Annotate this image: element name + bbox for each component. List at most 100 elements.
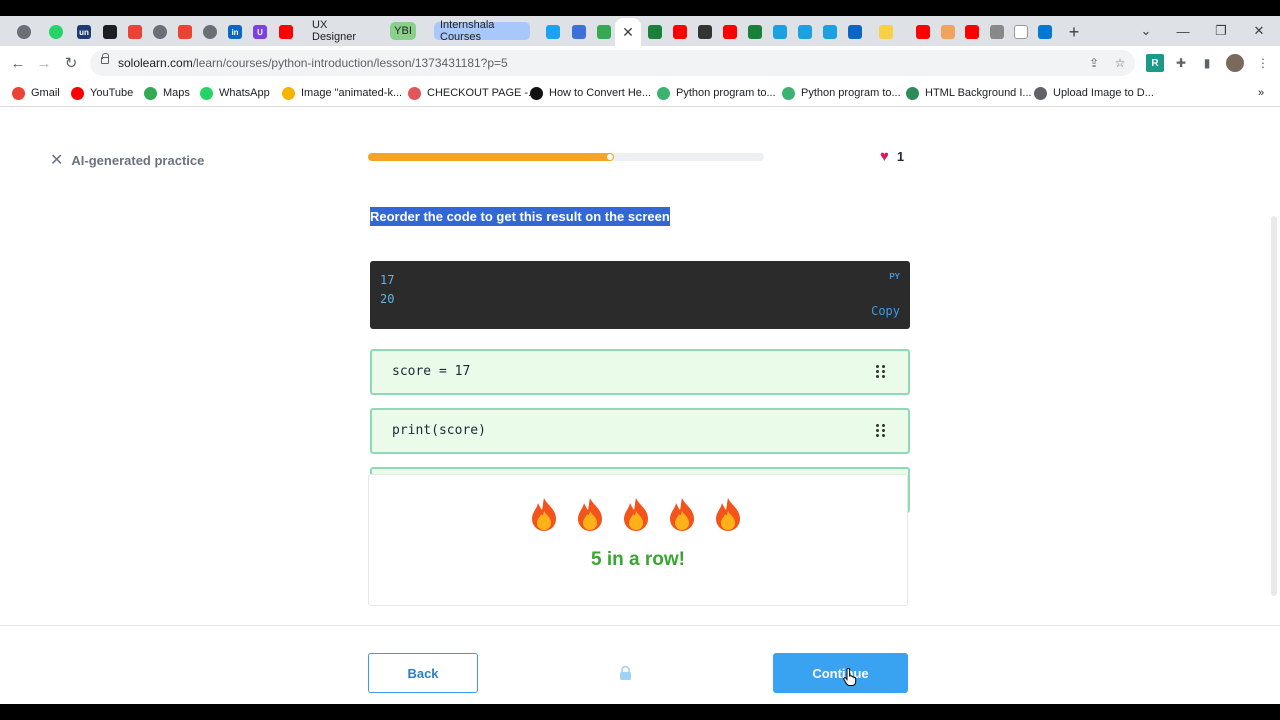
tab-android[interactable] (647, 21, 663, 43)
tab-youtube-1[interactable] (278, 21, 294, 43)
vscode-icon (848, 25, 862, 39)
image-icon (282, 86, 295, 100)
bookmark-label: How to Convert He... (549, 87, 652, 99)
tab-sch[interactable] (878, 21, 894, 43)
tab-youtube[interactable] (964, 21, 980, 43)
tab-youtube[interactable] (722, 21, 738, 43)
bookmark-upload-image[interactable]: Upload Image to D... (1034, 85, 1154, 101)
tab-youtube[interactable] (915, 21, 931, 43)
close-tab-icon[interactable]: ✕ (622, 24, 634, 41)
browser-window: un in U UX Designer YBI Internshala Course… (0, 16, 1280, 704)
share-icon[interactable]: ⇪ (1086, 55, 1102, 71)
drag-handle-icon[interactable] (876, 365, 886, 379)
side-panel-icon[interactable]: ▮ (1198, 54, 1216, 72)
tab-twitter[interactable] (545, 21, 561, 43)
bookmark-maps[interactable]: Maps (144, 85, 190, 101)
tab-whatsapp[interactable] (48, 21, 64, 43)
tab-u[interactable]: U (252, 21, 268, 43)
streak-text: 5 in a row! (591, 549, 685, 570)
expected-output-panel: 17 20 PY Copy (370, 261, 910, 329)
tab-page[interactable] (1013, 21, 1029, 43)
code-block-draggable[interactable]: score = 17 (370, 349, 910, 395)
continue-button[interactable]: Continue (773, 653, 908, 693)
back-button[interactable]: Back (368, 653, 478, 693)
copy-button[interactable]: Copy (871, 304, 900, 318)
bookmark-label: Python program to... (676, 87, 776, 99)
tab-ist[interactable] (822, 21, 838, 43)
tab-notion[interactable] (697, 21, 713, 43)
tab-globe-1[interactable] (16, 21, 32, 43)
menu-kebab-icon[interactable]: ⋮ (1254, 54, 1272, 72)
rr-extension-icon[interactable]: R (1146, 54, 1164, 72)
forward-arrow-icon[interactable]: → (33, 52, 55, 74)
close-window-icon[interactable]: ✕ (1244, 21, 1274, 41)
tab-play-store[interactable] (596, 21, 612, 43)
bookmark-python-1[interactable]: Python program to... (657, 85, 776, 101)
bookmark-image[interactable]: Image "animated-k... (282, 85, 402, 101)
tab-strip: un in U UX Designer YBI Internshala Course… (0, 16, 1280, 46)
gmail-icon (12, 86, 25, 100)
tab-sheets[interactable] (747, 21, 763, 43)
upload-image-icon (1034, 86, 1047, 100)
bookmark-how-to-convert[interactable]: How to Convert He... (530, 85, 651, 101)
tab-gmail-2[interactable] (177, 21, 193, 43)
minimize-icon[interactable]: — (1168, 21, 1198, 41)
close-practice-button[interactable]: ✕ AI-generated practice (50, 150, 204, 170)
tab-unstop[interactable]: un (76, 21, 92, 43)
drag-handle-icon[interactable] (876, 424, 886, 438)
tab-outlook[interactable] (1037, 21, 1053, 43)
streak-flames (529, 497, 749, 537)
tab-send[interactable] (571, 21, 587, 43)
hearts-count: 1 (896, 149, 905, 164)
tab-globe-2[interactable] (152, 21, 168, 43)
globe-icon (990, 25, 1004, 39)
tab-sololearn-active[interactable]: ✕ (615, 18, 641, 46)
back-arrow-icon[interactable]: ← (7, 52, 29, 74)
lesson-progress-fill (368, 153, 614, 161)
page-scrollbar[interactable] (1268, 208, 1280, 608)
tab-vscode[interactable] (847, 21, 863, 43)
tab-is[interactable] (772, 21, 788, 43)
gmail-icon (128, 25, 142, 39)
tab-globe[interactable] (989, 21, 1005, 43)
python-1-icon (657, 86, 670, 100)
new-tab-button[interactable]: + (1066, 21, 1082, 43)
code-block-draggable[interactable]: print(score) (370, 408, 910, 454)
bookmark-youtube[interactable]: YouTube (71, 85, 133, 101)
extensions-puzzle-icon[interactable]: ✚ (1172, 54, 1190, 72)
bookmark-label: Gmail (31, 87, 60, 99)
address-bar[interactable]: sololearn.com/learn/courses/python-intro… (90, 50, 1135, 76)
tab-ybi[interactable]: YBI (390, 22, 416, 40)
play-store-icon (597, 25, 611, 39)
url-text[interactable]: sololearn.com/learn/courses/python-intro… (118, 56, 508, 70)
tab-youtube[interactable] (672, 21, 688, 43)
tab-gmail-1[interactable] (127, 21, 143, 43)
restore-icon[interactable]: ❐ (1206, 21, 1236, 41)
whatsapp-icon (49, 25, 63, 39)
lock-icon[interactable] (101, 53, 109, 64)
tab-image[interactable] (940, 21, 956, 43)
profile-avatar[interactable] (1226, 54, 1244, 72)
bookmark-gmail[interactable]: Gmail (12, 85, 60, 101)
bookmark-checkout[interactable]: CHECKOUT PAGE -... (408, 85, 537, 101)
close-icon[interactable]: ✕ (50, 150, 63, 170)
u-icon: U (253, 25, 267, 39)
tab-ux-designer[interactable]: UX Designer (306, 19, 372, 43)
streak-popup: 5 in a row! (368, 474, 908, 606)
tab-is[interactable] (797, 21, 813, 43)
more-bookmarks-icon[interactable]: » (1258, 85, 1264, 101)
reload-icon[interactable]: ↻ (60, 52, 82, 74)
bookmark-python-2[interactable]: Python program to... (782, 85, 901, 101)
youtube-icon (916, 25, 930, 39)
bookmark-whatsapp[interactable]: WhatsApp (200, 85, 270, 101)
tab-search-icon[interactable]: ⌄ (1131, 21, 1161, 41)
tab-linkedin[interactable]: in (227, 21, 243, 43)
bookmark-html-bg[interactable]: HTML Background I... (906, 85, 1032, 101)
bookmark-star-icon[interactable]: ☆ (1112, 55, 1128, 71)
tab-globe-3[interactable] (202, 21, 218, 43)
tab-internshala[interactable]: Internshala Courses (434, 19, 530, 43)
tab-github[interactable] (102, 21, 118, 43)
lesson-page: ✕ AI-generated practice ♥ 1 Reorder the … (0, 108, 1280, 704)
flame-icon (670, 498, 694, 531)
ist-icon (823, 25, 837, 39)
